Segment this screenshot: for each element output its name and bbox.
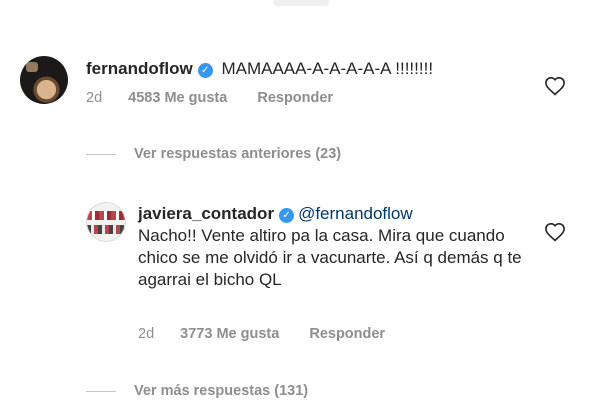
username[interactable]: fernandoflow <box>86 59 193 78</box>
view-more-replies-button[interactable]: Ver más respuestas (131) <box>86 383 308 399</box>
avatar[interactable] <box>20 56 68 104</box>
comment-body: javiera_contador ✓ @fernandoflow Nacho!! V… <box>138 203 538 291</box>
likes-count[interactable]: 4583 Me gusta <box>128 90 227 106</box>
reply-button[interactable]: Responder <box>257 90 333 106</box>
view-previous-replies-label: Ver respuestas anteriores (23) <box>134 146 342 162</box>
comment-body: fernandoflow ✓ MAMAAAA-A-A-A-A-A !!!!!!!! <box>86 58 536 80</box>
verified-badge-icon: ✓ <box>279 208 295 223</box>
comment-age: 2d <box>86 90 103 106</box>
comment-meta: 2d 3773 Me gusta Responder <box>138 326 385 342</box>
username[interactable]: javiera_contador <box>138 204 274 223</box>
heart-icon[interactable] <box>544 76 566 96</box>
divider <box>86 390 116 392</box>
comment-text: Nacho!! Vente altiro pa la casa. Mira qu… <box>138 226 522 289</box>
comment-age: 2d <box>138 326 155 342</box>
verified-badge-icon: ✓ <box>197 63 213 78</box>
heart-icon[interactable] <box>544 222 566 242</box>
view-previous-replies-button[interactable]: Ver respuestas anteriores (23) <box>86 146 341 162</box>
divider <box>86 153 116 155</box>
avatar[interactable] <box>86 202 126 242</box>
mention-link[interactable]: @fernandoflow <box>298 204 413 223</box>
comments-panel: fernandoflow ✓ MAMAAAA-A-A-A-A-A !!!!!!!!… <box>0 0 600 419</box>
likes-count[interactable]: 3773 Me gusta <box>180 326 279 342</box>
comment-text: MAMAAAA-A-A-A-A-A !!!!!!!! <box>221 59 434 78</box>
comment-meta: 2d 4583 Me gusta Responder <box>86 90 333 106</box>
sheet-handle[interactable] <box>273 0 329 6</box>
view-more-replies-label: Ver más respuestas (131) <box>134 383 309 399</box>
reply-button[interactable]: Responder <box>309 326 385 342</box>
